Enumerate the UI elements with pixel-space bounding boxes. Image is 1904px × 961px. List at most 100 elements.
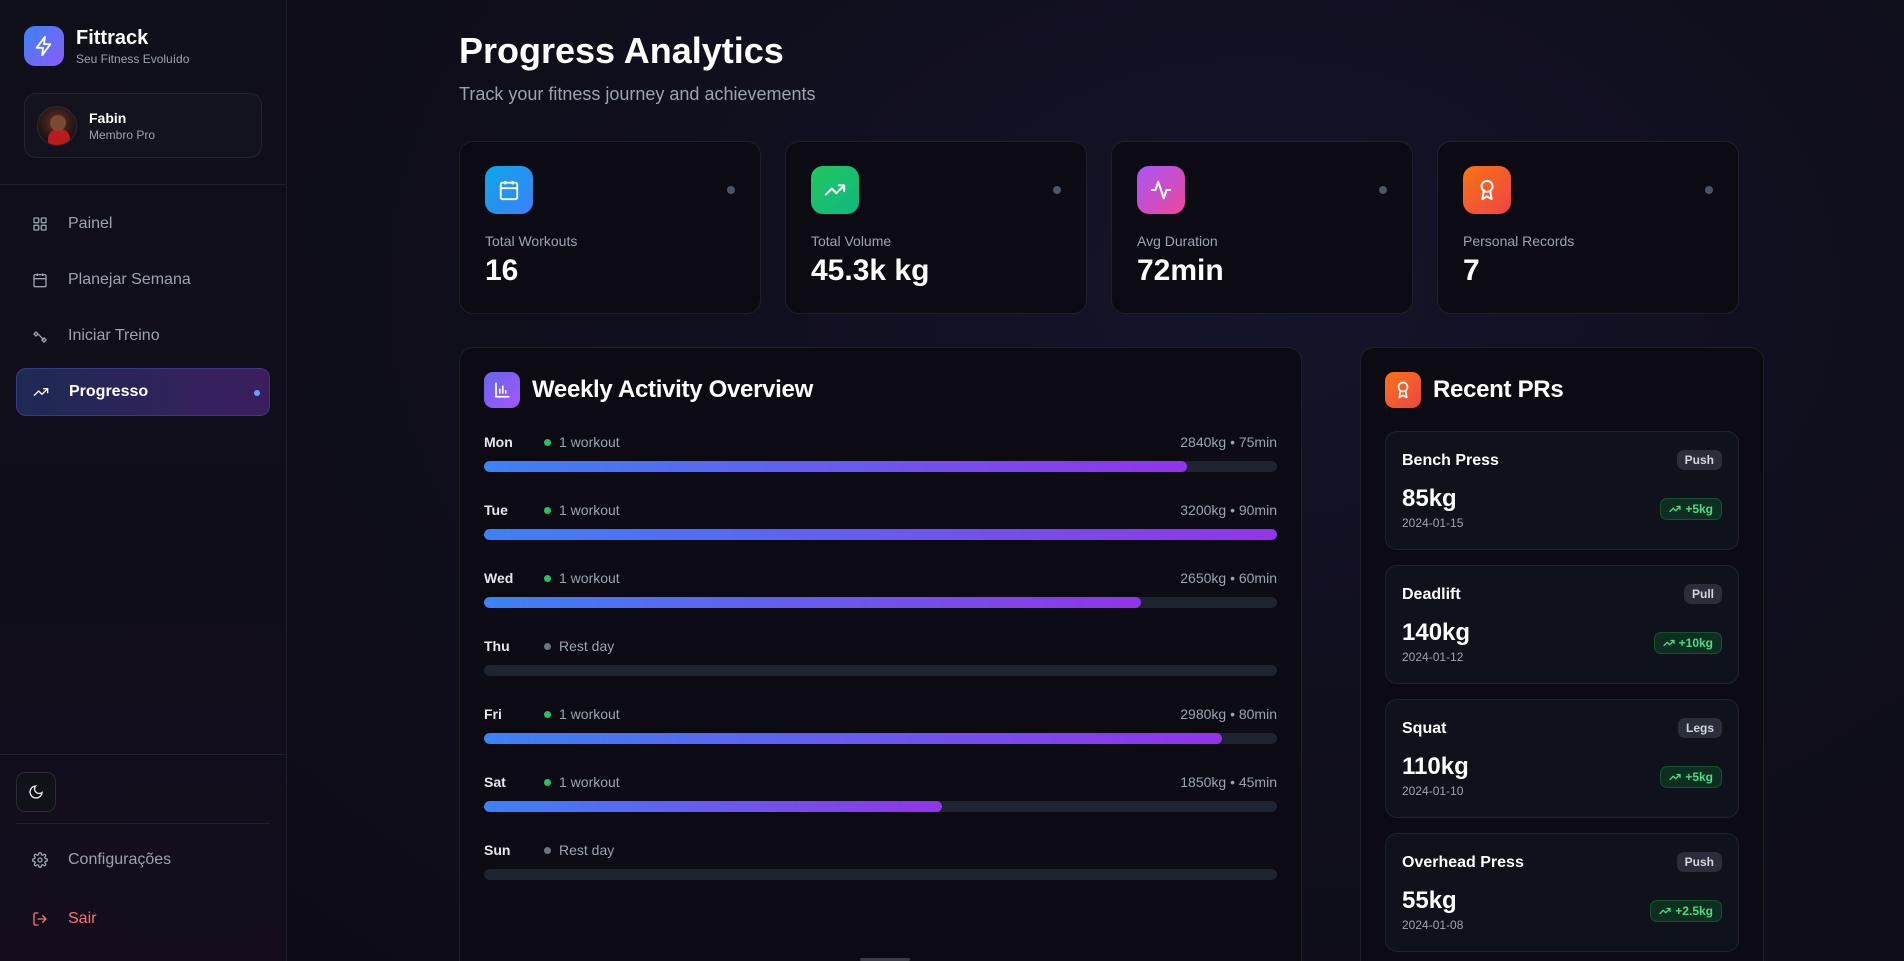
pr-gain-label: +2.5kg: [1675, 904, 1713, 918]
bar-chart-icon: [484, 372, 520, 408]
day-status: 1 workout: [544, 706, 620, 722]
day-stats: 2980kg • 80min: [1180, 706, 1277, 722]
day-status-label: 1 workout: [559, 570, 620, 586]
pr-card[interactable]: Deadlift Pull 140kg 2024-01-12 +10kg: [1385, 565, 1739, 684]
award-icon: [1463, 166, 1511, 214]
day-status-label: 1 workout: [559, 502, 620, 518]
settings-button[interactable]: Configurações: [16, 838, 270, 882]
activity-bar-fill: [484, 801, 943, 812]
day-status: Rest day: [544, 638, 614, 654]
status-dot: [544, 574, 551, 582]
sidebar-item-painel[interactable]: Painel: [16, 200, 270, 248]
activity-bar-track: [484, 733, 1277, 744]
activity-bar-fill: [484, 461, 1188, 472]
activity-bar-track: [484, 461, 1277, 472]
user-card[interactable]: Fabin Membro Pro: [24, 93, 262, 158]
sidebar-divider: [16, 823, 270, 824]
sidebar-item-progresso[interactable]: Progresso: [16, 368, 270, 416]
activity-bar-track: [484, 529, 1277, 540]
stat-card-avg-duration: Avg Duration 72min: [1111, 141, 1413, 314]
logout-button[interactable]: Sair: [16, 897, 270, 941]
pr-card[interactable]: Squat Legs 110kg 2024-01-10 +5kg: [1385, 699, 1739, 818]
pr-exercise-name: Bench Press: [1402, 452, 1499, 469]
day-status-label: 1 workout: [559, 706, 620, 722]
moon-icon: [29, 785, 43, 799]
pr-weight: 85kg: [1402, 485, 1457, 512]
lightning-icon: [24, 26, 64, 66]
pr-category-badge: Push: [1676, 450, 1722, 470]
stat-value: 45.3k kg: [811, 254, 930, 287]
activity-icon: [1137, 166, 1185, 214]
status-dot: [1053, 186, 1061, 194]
activity-bar-track: [484, 665, 1277, 676]
pr-card[interactable]: Bench Press Push 85kg 2024-01-15 +5kg: [1385, 431, 1739, 550]
day-name: Tue: [484, 502, 508, 518]
pr-exercise-name: Deadlift: [1402, 586, 1461, 603]
day-status: 1 workout: [544, 774, 620, 790]
activity-bar-fill: [484, 597, 1141, 608]
pr-date: 2024-01-10: [1402, 784, 1464, 798]
brand[interactable]: Fittrack Seu Fitness Evoluído: [24, 26, 189, 66]
pr-category-badge: Push: [1676, 852, 1722, 872]
dumbbell-icon: [32, 328, 48, 344]
stat-label: Total Volume: [811, 233, 892, 249]
award-icon: [1385, 372, 1421, 408]
panel-title: Recent PRs: [1433, 376, 1564, 403]
status-dot: [544, 642, 551, 650]
day-row-sun: Sun Rest day: [484, 842, 1277, 892]
day-name: Fri: [484, 706, 502, 722]
theme-toggle-button[interactable]: [16, 772, 56, 812]
sidebar-item-planejar-semana[interactable]: Planejar Semana: [16, 256, 270, 304]
stat-value: 16: [485, 254, 519, 287]
sidebar-item-label: Progresso: [69, 383, 149, 400]
calendar-icon: [485, 166, 533, 214]
day-row-wed: Wed 1 workout 2650kg • 60min: [484, 570, 1277, 620]
status-dot: [544, 846, 551, 854]
stat-label: Personal Records: [1463, 233, 1575, 249]
user-role: Membro Pro: [89, 127, 156, 142]
stat-value: 72min: [1137, 254, 1224, 287]
trending-up-icon: [1669, 505, 1681, 513]
day-status: Rest day: [544, 842, 614, 858]
day-name: Sat: [484, 774, 506, 790]
brand-name: Fittrack: [76, 27, 149, 49]
activity-bar-track: [484, 869, 1277, 880]
day-stats: 3200kg • 90min: [1180, 502, 1277, 518]
activity-bar-track: [484, 801, 1277, 812]
grid-icon: [32, 216, 48, 232]
sidebar-item-label: Iniciar Treino: [68, 327, 160, 344]
activity-bar-fill: [484, 733, 1223, 744]
pr-date: 2024-01-08: [1402, 918, 1464, 932]
activity-bar-fill: [484, 529, 1277, 540]
trending-up-icon: [1659, 907, 1671, 915]
sidebar: Fittrack Seu Fitness Evoluído Fabin Memb…: [0, 0, 287, 961]
day-status: 1 workout: [544, 570, 620, 586]
stat-card-total-volume: Total Volume 45.3k kg: [785, 141, 1087, 314]
weekly-activity-panel: Weekly Activity Overview Mon 1 workout 284…: [459, 347, 1302, 961]
day-name: Mon: [484, 434, 513, 450]
day-row-mon: Mon 1 workout 2840kg • 75min: [484, 434, 1277, 484]
sidebar-item-iniciar-treino[interactable]: Iniciar Treino: [16, 312, 270, 360]
sidebar-divider: [0, 754, 287, 755]
day-status-label: 1 workout: [559, 434, 620, 450]
pr-weight: 55kg: [1402, 887, 1457, 914]
pr-gain-label: +5kg: [1685, 502, 1713, 516]
pr-exercise-name: Overhead Press: [1402, 854, 1524, 871]
pr-exercise-name: Squat: [1402, 720, 1447, 737]
day-status-label: 1 workout: [559, 774, 620, 790]
day-row-sat: Sat 1 workout 1850kg • 45min: [484, 774, 1277, 824]
logout-label: Sair: [68, 910, 97, 927]
day-name: Sun: [484, 842, 511, 858]
trending-up-icon: [1669, 773, 1681, 781]
main-content: Progress Analytics Track your fitness jo…: [287, 0, 1904, 961]
pr-gain-badge: +2.5kg: [1650, 900, 1722, 922]
day-row-thu: Thu Rest day: [484, 638, 1277, 688]
recent-prs-panel: Recent PRs Bench Press Push 85kg 2024-01-15…: [1360, 347, 1764, 961]
panel-title: Weekly Activity Overview: [532, 376, 813, 403]
pr-date: 2024-01-12: [1402, 650, 1464, 664]
day-stats: 1850kg • 45min: [1180, 774, 1277, 790]
pr-card[interactable]: Overhead Press Push 55kg 2024-01-08 +2.5kg: [1385, 833, 1739, 952]
status-dot: [727, 186, 735, 194]
status-dot: [1705, 186, 1713, 194]
day-row-tue: Tue 1 workout 3200kg • 90min: [484, 502, 1277, 552]
